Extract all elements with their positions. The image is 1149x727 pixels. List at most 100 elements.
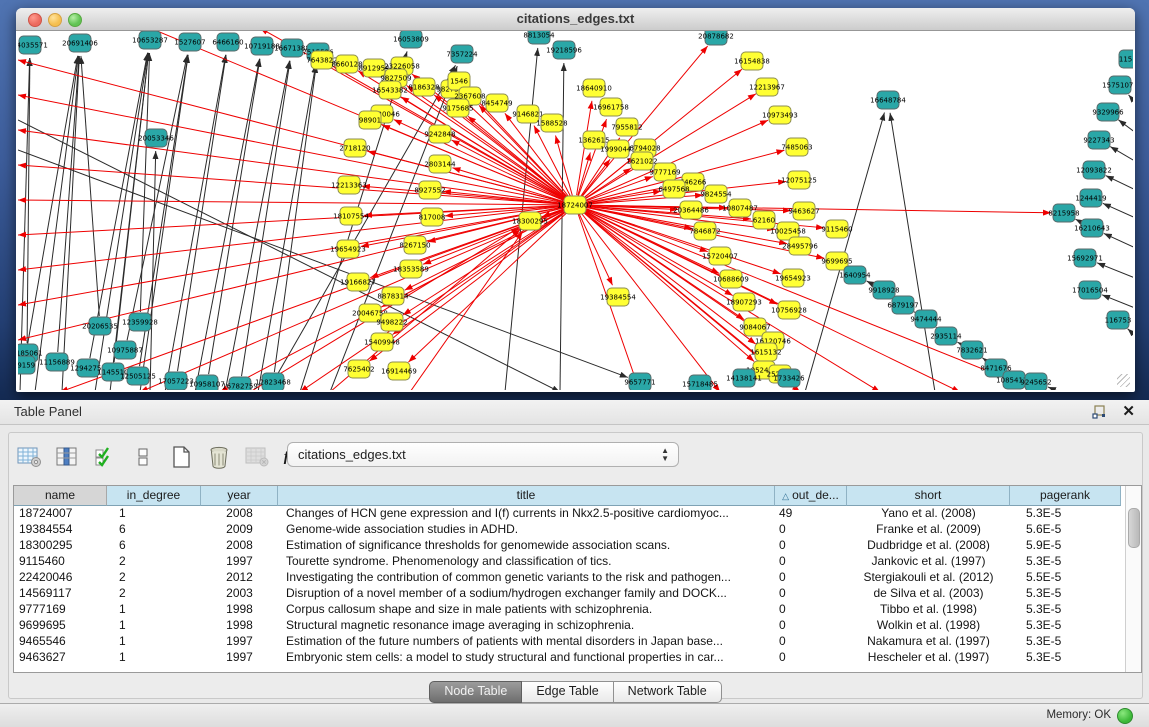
graph-node[interactable]: 15409948 — [364, 333, 400, 351]
graph-node[interactable]: 6497568 — [658, 180, 689, 198]
graph-node[interactable]: 2935114 — [930, 327, 962, 345]
graph-node[interactable]: 98901 — [359, 111, 381, 129]
graph-node[interactable]: 18107554 — [333, 207, 369, 225]
network-window[interactable]: citations_edges.txt 14035571206914061065… — [16, 8, 1135, 392]
graph-node[interactable]: 6879197 — [887, 296, 918, 314]
graph-node[interactable]: 11517 — [1119, 50, 1133, 68]
table-vertical-scrollbar[interactable] — [1125, 486, 1141, 672]
graph-node[interactable]: 6466160 — [212, 33, 243, 51]
graph-node[interactable]: 18907293 — [726, 293, 762, 311]
graph-node[interactable]: 8878314 — [377, 287, 409, 305]
graph-node[interactable]: 817008 — [419, 208, 446, 226]
table-row[interactable]: 1938455462009Genome-wide association stu… — [14, 522, 1125, 538]
tab-node-table[interactable]: Node Table — [429, 681, 522, 703]
graph-node[interactable]: 9329966 — [1092, 103, 1124, 121]
graph-node[interactable]: 1588528 — [536, 114, 567, 132]
float-panel-icon[interactable] — [1091, 404, 1107, 420]
column-header-in-degree[interactable]: in_degree — [107, 486, 201, 506]
graph-node[interactable]: 1615132 — [750, 343, 781, 361]
node-table-grid[interactable]: namein_degreeyeartitle△out_de...shortpag… — [14, 486, 1125, 672]
graph-node[interactable]: 7485063 — [781, 138, 812, 156]
table-row[interactable]: 1456911722003Disruption of a novel membe… — [14, 586, 1125, 602]
column-header-out-de-[interactable]: △out_de... — [775, 486, 847, 506]
graph-node[interactable]: 116753 — [1105, 311, 1132, 329]
graph-node[interactable]: 18640910 — [576, 79, 612, 97]
table-settings-button[interactable] — [15, 443, 43, 471]
graph-node[interactable]: 8454749 — [481, 94, 512, 112]
graph-node[interactable]: 1244419 — [1075, 189, 1106, 207]
window-resize-grip[interactable] — [1117, 374, 1130, 387]
graph-node[interactable]: 10973493 — [762, 106, 798, 124]
graph-node[interactable]: 9115460 — [821, 220, 852, 238]
graph-node[interactable]: 9227343 — [1083, 131, 1114, 149]
graph-node[interactable]: 7955812 — [611, 118, 642, 136]
tab-network-table[interactable]: Network Table — [614, 681, 722, 703]
table-row[interactable]: 946362711997Embryonic stem cells: a mode… — [14, 650, 1125, 666]
graph-node[interactable]: 1621022 — [626, 152, 657, 170]
graph-node[interactable]: 10975887 — [107, 341, 143, 359]
network-window-titlebar[interactable]: citations_edges.txt — [16, 8, 1135, 31]
graph-node[interactable]: 14035571 — [18, 36, 48, 54]
tab-edge-table[interactable]: Edge Table — [522, 681, 613, 703]
graph-node[interactable]: 19654923 — [330, 240, 366, 258]
graph-node[interactable]: 19218596 — [546, 41, 582, 59]
table-row[interactable]: 911546021997Tourette syndrome. Phenomeno… — [14, 554, 1125, 570]
graph-node[interactable]: 15718485 — [682, 375, 718, 390]
column-header-name[interactable]: name — [14, 486, 107, 506]
new-file-button[interactable] — [167, 443, 195, 471]
citation-network-graph[interactable]: 1403557120691406106532871527607646616010… — [18, 31, 1133, 390]
graph-node[interactable]: 7625402 — [343, 360, 374, 378]
column-header-pagerank[interactable]: pagerank — [1010, 486, 1121, 506]
delete-trash-button[interactable] — [205, 443, 233, 471]
column-header-year[interactable]: year — [201, 486, 278, 506]
graph-node[interactable]: 10958107 — [189, 375, 225, 390]
show-column-button[interactable] — [53, 443, 81, 471]
graph-node[interactable]: 16648784 — [870, 91, 906, 109]
graph-node[interactable]: 16154838 — [734, 52, 770, 70]
table-row[interactable]: 2242004622012Investigating the contribut… — [14, 570, 1125, 586]
graph-node[interactable]: 9474444 — [910, 310, 942, 328]
graph-node[interactable]: 20691406 — [62, 34, 98, 52]
graph-node[interactable]: 20206535 — [82, 317, 118, 335]
graph-node[interactable]: 15751074 — [1102, 76, 1133, 94]
graph-node[interactable]: 8813054 — [523, 31, 555, 44]
graph-node[interactable]: 17016504 — [1072, 281, 1108, 299]
graph-node[interactable]: 8186328 — [408, 78, 439, 96]
graph-node[interactable]: 19384554 — [600, 288, 636, 306]
graph-node[interactable]: 9657771 — [624, 373, 655, 390]
close-panel-icon[interactable]: ✕ — [1122, 402, 1135, 420]
graph-node[interactable]: 62160 — [753, 211, 775, 229]
graph-node[interactable]: 10807487 — [722, 199, 758, 217]
table-row[interactable]: 1872400712008Changes of HCN gene express… — [14, 506, 1125, 522]
graph-node[interactable]: 8267150 — [399, 236, 430, 254]
network-canvas[interactable]: 1403557120691406106532871527607646616010… — [18, 31, 1133, 390]
graph-node[interactable]: 1527607 — [174, 33, 205, 51]
column-header-title[interactable]: title — [278, 486, 775, 506]
graph-node[interactable]: 19654923 — [775, 269, 811, 287]
graph-node[interactable]: 7832621 — [956, 341, 987, 359]
graph-node[interactable]: 16961758 — [593, 98, 629, 116]
graph-node[interactable]: 16053809 — [393, 31, 429, 48]
table-row[interactable]: 977716911998Corpus callosum shape and si… — [14, 602, 1125, 618]
select-columns-button[interactable] — [91, 443, 119, 471]
graph-node[interactable]: 99159 — [18, 356, 35, 374]
row-height-button[interactable] — [129, 443, 157, 471]
graph-node[interactable]: 20878682 — [698, 31, 734, 45]
graph-node[interactable]: 20364486 — [673, 201, 709, 219]
graph-node[interactable]: 9175685 — [442, 99, 473, 117]
graph-node[interactable]: 18353589 — [393, 260, 429, 278]
graph-node[interactable]: 8215958 — [1048, 204, 1079, 222]
graph-node[interactable]: 15692971 — [1067, 249, 1103, 267]
graph-node[interactable]: 12359928 — [122, 313, 158, 331]
graph-node[interactable]: 9777169 — [649, 163, 680, 181]
graph-node[interactable]: 12075125 — [781, 171, 817, 189]
scrollbar-thumb[interactable] — [1128, 508, 1140, 548]
column-header-short[interactable]: short — [847, 486, 1010, 506]
graph-node[interactable]: 9463627 — [788, 202, 819, 220]
graph-node[interactable]: 16914469 — [381, 362, 417, 380]
graph-node[interactable]: 1733426 — [773, 369, 805, 387]
graph-node[interactable]: 7846872 — [689, 222, 720, 240]
graph-node[interactable]: 9245652 — [1020, 373, 1051, 390]
table-row[interactable]: 946554611997Estimation of the future num… — [14, 634, 1125, 650]
graph-node[interactable]: 8927552 — [414, 181, 445, 199]
